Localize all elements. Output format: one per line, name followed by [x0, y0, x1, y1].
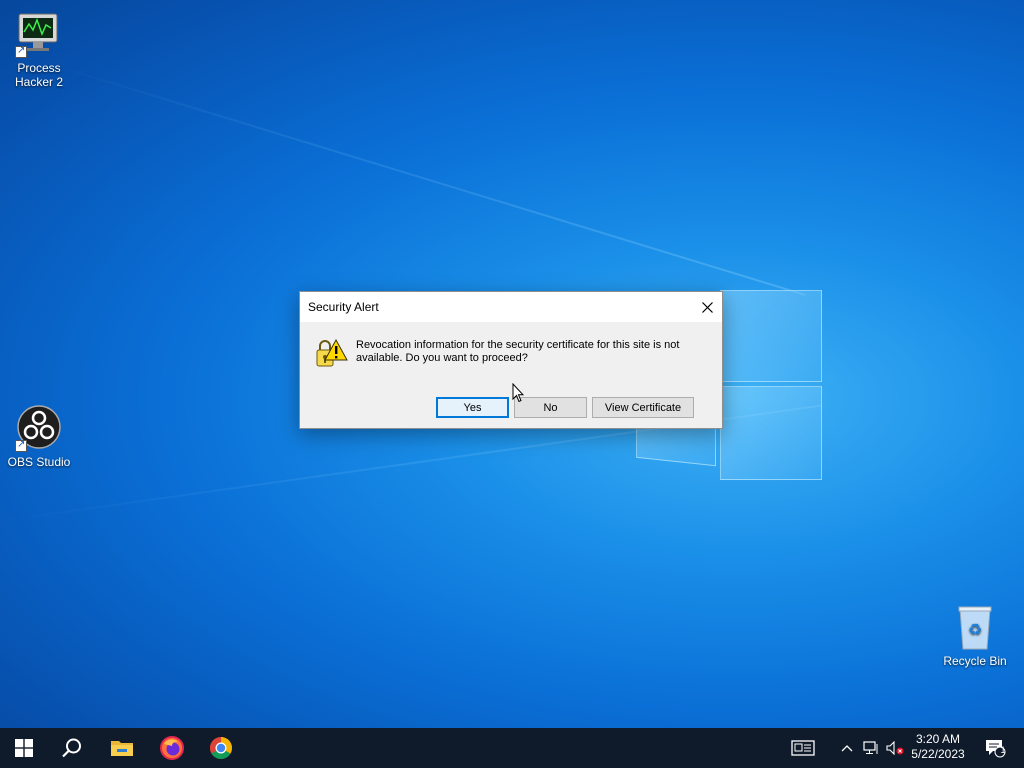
search-button[interactable] [48, 728, 96, 768]
process-hacker-icon [15, 10, 63, 58]
chrome-button[interactable] [197, 728, 245, 768]
security-warning-icon [314, 338, 348, 372]
windows-start-icon [15, 739, 33, 757]
volume-button[interactable] [884, 728, 906, 768]
dialog-title: Security Alert [308, 300, 379, 314]
firefox-icon [160, 736, 184, 760]
action-center-button[interactable]: 1 [980, 728, 1010, 768]
desktop-icon-recycle-bin[interactable]: ♻ Recycle Bin [937, 603, 1013, 668]
clock-time: 3:20 AM [915, 732, 961, 746]
firefox-button[interactable] [148, 728, 196, 768]
obs-studio-icon [15, 404, 63, 452]
close-icon [701, 301, 713, 313]
desktop-icon-obs-studio[interactable]: OBS Studio [1, 404, 77, 469]
dialog-body: Revocation information for the security … [300, 322, 722, 429]
file-explorer-button[interactable] [98, 728, 146, 768]
folder-icon [111, 741, 133, 756]
network-button[interactable] [861, 728, 881, 768]
chevron-up-icon [841, 745, 853, 752]
wallpaper-light-ray [39, 60, 806, 296]
view-certificate-button[interactable]: View Certificate [592, 397, 694, 418]
news-icon [791, 740, 815, 756]
network-icon [863, 741, 878, 754]
start-button[interactable] [0, 728, 48, 768]
clock-date: 5/22/2023 [911, 747, 965, 761]
security-alert-dialog: Security Alert Revocation information fo… [299, 291, 723, 429]
dialog-message: Revocation information for the security … [356, 339, 680, 364]
show-hidden-icons-button[interactable] [838, 728, 856, 768]
yes-button[interactable]: Yes [436, 397, 509, 418]
system-clock[interactable]: 3:20 AM 5/22/2023 [906, 728, 970, 768]
mouse-cursor-icon [512, 382, 525, 403]
no-button[interactable]: No [514, 397, 587, 418]
desktop-icon-label: OBS Studio [7, 455, 71, 469]
search-icon [62, 738, 81, 758]
notification-count-badge: 1 [1000, 745, 1006, 755]
dialog-titlebar[interactable]: Security Alert [300, 292, 722, 322]
desktop-icon-label: Recycle Bin [943, 654, 1007, 668]
chrome-icon [210, 737, 232, 759]
desktop-icon-process-hacker[interactable]: Process Hacker 2 [1, 10, 77, 89]
close-button[interactable] [692, 292, 722, 322]
svg-text:♻: ♻ [968, 620, 982, 639]
volume-muted-icon [886, 741, 904, 755]
news-and-interests-button[interactable] [788, 728, 818, 768]
taskbar: 3:20 AM 5/22/2023 1 [0, 728, 1024, 768]
recycle-bin-icon: ♻ [951, 603, 999, 651]
desktop-icon-label: Process Hacker 2 [14, 61, 64, 89]
